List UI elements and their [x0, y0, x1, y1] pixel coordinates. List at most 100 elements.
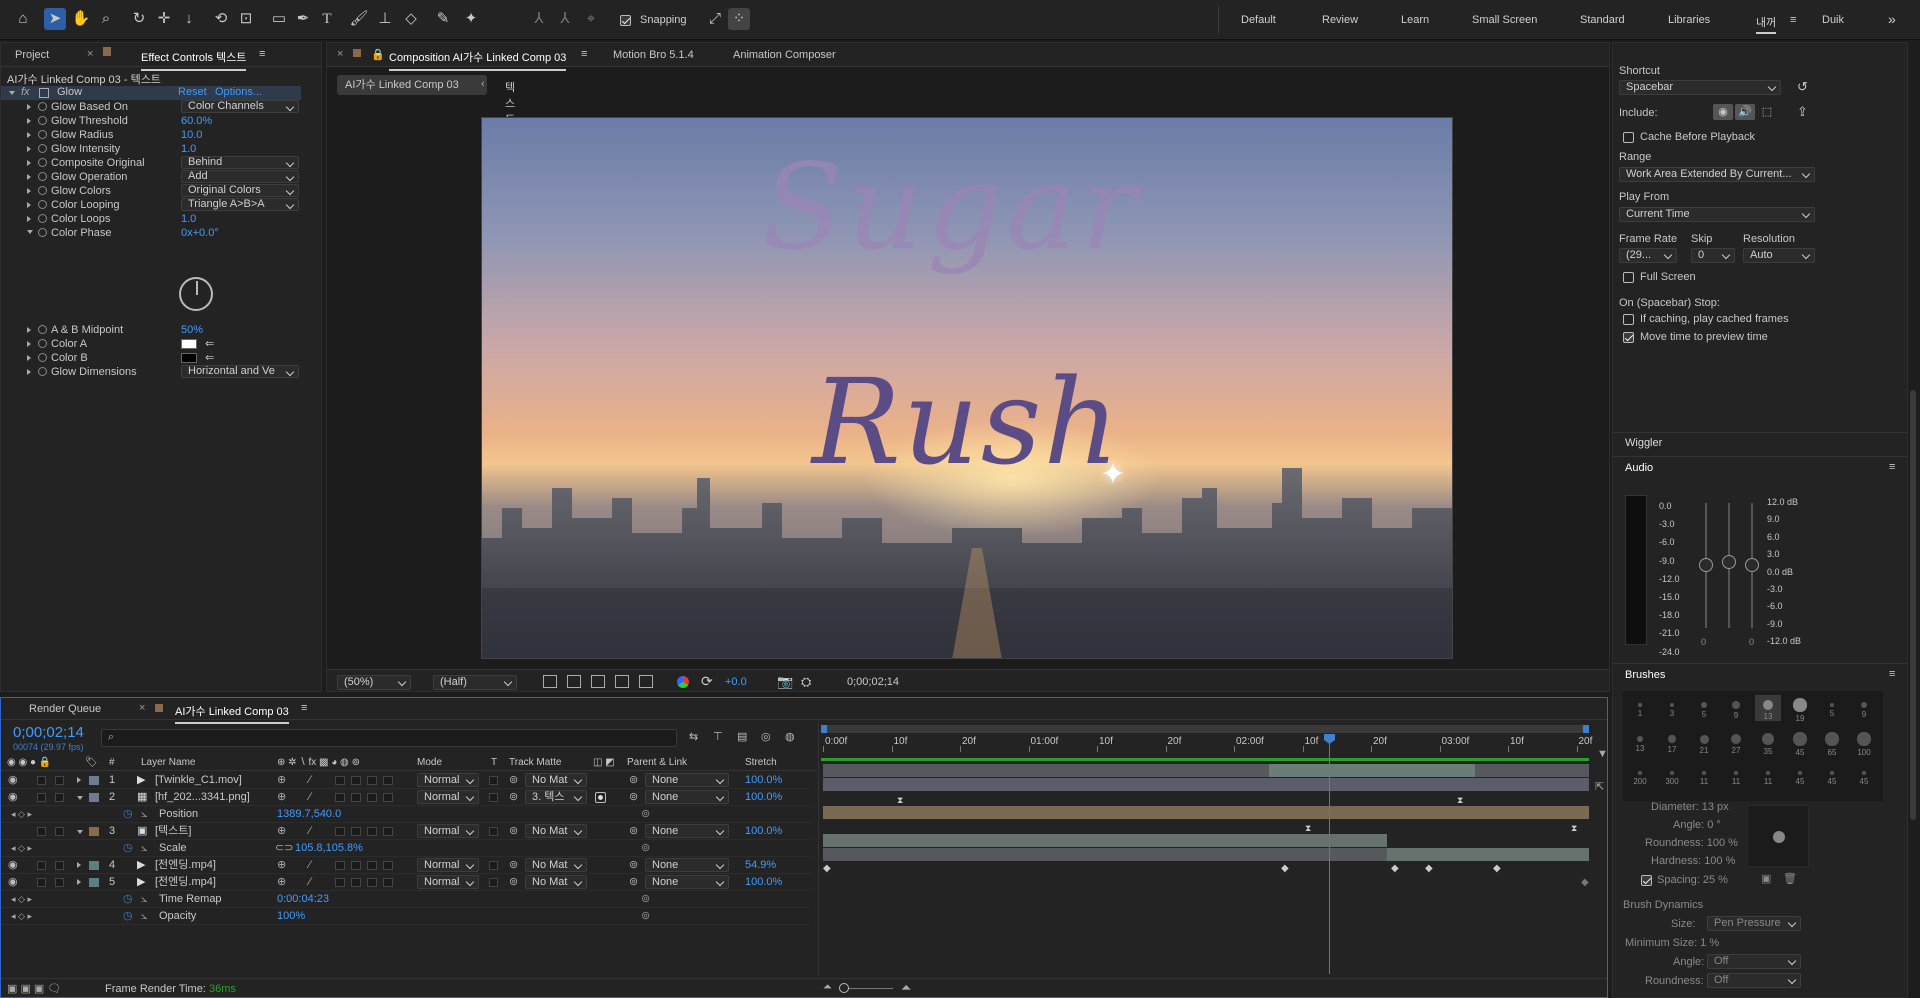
graph-icon[interactable]: ⦣ — [141, 908, 147, 925]
matte-link-icon[interactable]: ⊚ — [509, 874, 518, 891]
tab-motion-bro[interactable]: Motion Bro 5.1.4 — [613, 49, 694, 61]
layer-row[interactable]: ◉ 1 ▶ [Twinkle_C1.mov] ⊕ ∕ Normal ⊚ No Mat ⊚ None 1… — [1, 772, 811, 789]
lock-box[interactable] — [55, 776, 64, 785]
switch-box[interactable] — [351, 878, 361, 887]
keyframe-remap-4[interactable]: ◆ — [1425, 863, 1433, 874]
parent-dropdown[interactable]: None — [645, 875, 729, 889]
switch-box[interactable] — [367, 878, 377, 887]
stopwatch-icon[interactable]: ◷ — [123, 806, 133, 823]
brush-preset[interactable]: 45 — [1787, 763, 1813, 789]
twirl-icon[interactable] — [27, 118, 31, 124]
keyframe-scale-2[interactable]: ⧗ — [1571, 823, 1577, 834]
shy-switch-icon[interactable]: ⊕ — [277, 857, 286, 874]
switch-box[interactable] — [383, 861, 393, 870]
col-layer-name[interactable]: Layer Name — [141, 755, 195, 771]
zoom-dropdown[interactable]: (50%) — [337, 675, 411, 690]
visibility-eye-icon[interactable]: ◉ — [8, 874, 18, 891]
work-area-start[interactable] — [821, 725, 827, 733]
brushes-menu-icon[interactable]: ≡ — [1889, 668, 1895, 680]
layer-name[interactable]: [전엔딩.mp4] — [155, 857, 271, 874]
stopwatch-icon[interactable]: ◷ — [123, 908, 133, 925]
audio-menu-icon[interactable]: ≡ — [1889, 461, 1895, 473]
comp-switch-icon-5[interactable]: ◍ — [785, 730, 795, 743]
track-bar-2[interactable] — [823, 778, 1589, 791]
brush-preset[interactable]: 9 — [1723, 695, 1749, 721]
twirl-open-icon[interactable] — [9, 91, 15, 95]
stretch-value[interactable]: 100.0% — [745, 789, 782, 806]
matte-link-icon[interactable]: ⊚ — [509, 857, 518, 874]
shy-switch-icon[interactable]: ⊕ — [277, 823, 286, 840]
workspace-more-icon[interactable]: » — [1888, 11, 1896, 27]
twirl-icon[interactable] — [27, 104, 31, 110]
comp-viewer[interactable]: Sugar Rush ✦ — [481, 117, 1453, 659]
comp-button-icon[interactable]: ⇱ — [1595, 780, 1604, 793]
clone-stamp-icon[interactable]: ⊥ — [374, 8, 396, 30]
twirl-icon[interactable] — [77, 830, 83, 834]
rectangle-tool-icon[interactable]: ▭ — [268, 8, 290, 30]
property-value[interactable]: 1389.7,540.0 — [277, 806, 341, 823]
stopwatch-icon[interactable] — [38, 200, 47, 209]
ec-value[interactable]: 50% — [181, 323, 203, 337]
twirl-icon[interactable] — [27, 327, 31, 333]
switch-box[interactable] — [383, 878, 393, 887]
switch-box[interactable] — [335, 861, 345, 870]
brush-preset[interactable]: 11 — [1691, 763, 1717, 789]
axis-view-icon[interactable]: ⌖ — [580, 8, 602, 30]
layer-row[interactable]: ◉ 4 ▶ [전엔딩.mp4] ⊕ ∕ Normal ⊚ No Mat ⊚ None 54.9% — [1, 857, 811, 874]
brush-preset[interactable]: 45 — [1851, 763, 1877, 789]
comp-switch-icon-2[interactable]: ⊤ — [713, 730, 723, 743]
comp-marker-icon[interactable]: ▼ — [1597, 748, 1607, 760]
property-row[interactable]: ◂ ◇ ▸ ◷ ⦣ Scale ⊂⊃ 105.8,105.8% ⊚ — [1, 840, 811, 857]
stopwatch-icon[interactable]: ◷ — [123, 891, 133, 908]
panel-menu-icon[interactable]: ≡ — [259, 48, 265, 60]
channels-icon[interactable] — [677, 676, 689, 688]
shy-switch-icon[interactable]: ⊕ — [277, 772, 286, 789]
tab-timeline-comp[interactable]: AI가수 Linked Comp 03 — [175, 703, 289, 724]
keyframe-nav-icon[interactable]: ◂ ◇ ▸ — [11, 806, 32, 823]
blend-mode-dropdown[interactable]: Normal — [417, 875, 479, 889]
brush-preset[interactable]: 19 — [1787, 695, 1813, 723]
pen-tool-icon[interactable]: ✒ — [292, 8, 314, 30]
preserve-transparency-box[interactable] — [489, 793, 498, 802]
stretch-value[interactable]: 100.0% — [745, 772, 782, 789]
tab-composition[interactable]: Composition AI가수 Linked Comp 03 — [389, 49, 567, 71]
brush-preset[interactable]: 5 — [1691, 695, 1717, 721]
stopwatch-icon[interactable] — [38, 130, 47, 139]
parent-pickwhip-icon[interactable]: ⊚ — [629, 823, 638, 840]
eyedropper-icon[interactable]: ⇐ — [205, 337, 214, 351]
keyframe-scale-1[interactable]: ⧗ — [1305, 823, 1311, 834]
twirl-icon[interactable] — [27, 230, 33, 234]
transparency-grid-icon[interactable] — [567, 675, 581, 688]
stretch-value[interactable]: 100.0% — [745, 874, 782, 891]
audio-slider-knob-1[interactable] — [1699, 558, 1713, 572]
stopwatch-icon[interactable] — [38, 186, 47, 195]
layer-row[interactable]: 3 ▣ [텍스트] ⊕ ∕ Normal ⊚ No Mat ⊚ None 100.0% — [1, 823, 811, 840]
property-value[interactable]: 105.8,105.8% — [295, 840, 363, 857]
preserve-transparency-box[interactable] — [489, 827, 498, 836]
right-scrollbar[interactable] — [1910, 390, 1916, 820]
eraser-tool-icon[interactable]: ◇ — [400, 8, 422, 30]
matte-link-icon[interactable]: ⊚ — [509, 772, 518, 789]
stopwatch-icon[interactable] — [38, 367, 47, 376]
comp-menu-icon[interactable]: ≡ — [581, 48, 587, 60]
include-audio-icon[interactable]: 🔊 — [1735, 104, 1755, 120]
stopwatch-icon[interactable] — [38, 144, 47, 153]
quality-switch-icon[interactable]: ∕ — [309, 823, 311, 840]
brush-preset[interactable]: 9 — [1851, 695, 1877, 721]
hand-tool-icon[interactable]: ✋ — [70, 8, 92, 30]
switch-box[interactable] — [335, 878, 345, 887]
keyframe-position-2[interactable]: ⧗ — [1457, 795, 1463, 806]
matte-link-icon[interactable]: ⊚ — [509, 823, 518, 840]
zoom-out-icon[interactable]: ⏶ — [823, 981, 832, 994]
stopwatch-icon[interactable] — [38, 172, 47, 181]
switch-box[interactable] — [351, 861, 361, 870]
twirl-icon[interactable] — [77, 862, 81, 868]
stretch-value[interactable]: 100.0% — [745, 823, 782, 840]
brush-tool-icon[interactable]: 🖌 — [348, 8, 370, 30]
mask-visibility-icon[interactable] — [591, 675, 605, 688]
track-matte-dropdown[interactable]: 3. 텍스 — [525, 790, 587, 804]
brush-preset[interactable]: 300 — [1659, 763, 1685, 789]
keyframe-remap-5[interactable]: ◆ — [1493, 863, 1501, 874]
workspace-default[interactable]: Default — [1241, 14, 1276, 26]
puppet-pin-icon[interactable]: ✦ — [460, 8, 482, 30]
